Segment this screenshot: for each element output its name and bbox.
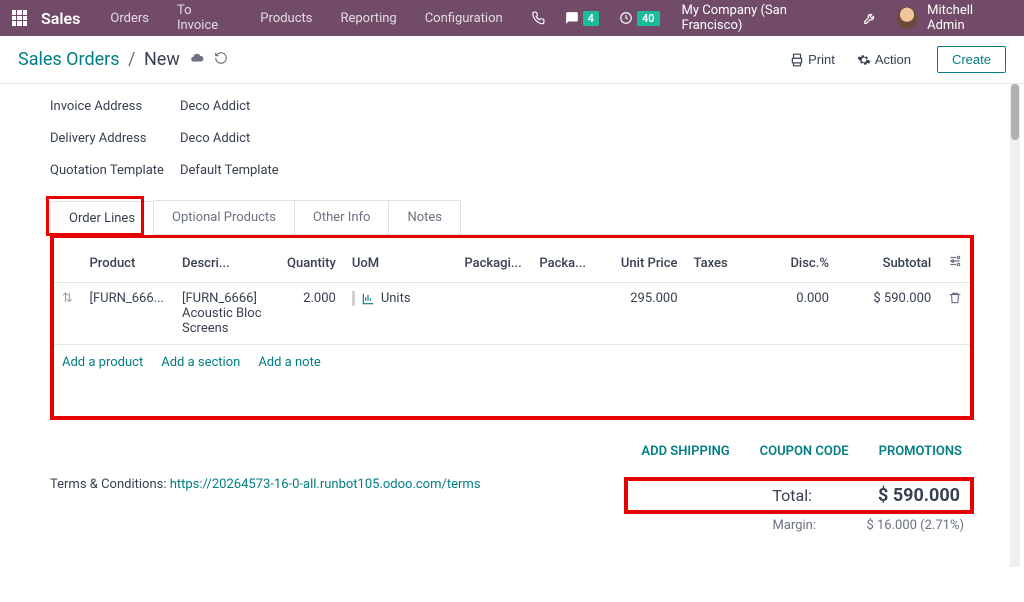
- forecast-icon[interactable]: [361, 292, 375, 306]
- cell-disc[interactable]: 0.000: [755, 283, 837, 345]
- top-nav: Sales Orders To Invoice Products Reporti…: [0, 0, 1024, 36]
- add-note-link[interactable]: Add a note: [258, 355, 320, 370]
- messages-icon[interactable]: 4: [557, 11, 607, 26]
- col-disc[interactable]: Disc.%: [755, 244, 837, 283]
- col-description[interactable]: Descri...: [174, 244, 272, 283]
- delivery-address-value[interactable]: Deco Addict: [180, 131, 250, 146]
- total-row-margin: Margin: $ 16.000 (2.71%): [624, 514, 974, 537]
- quotation-template-label: Quotation Template: [50, 163, 180, 178]
- cell-quantity[interactable]: 2.000: [272, 283, 344, 345]
- columns-settings-icon[interactable]: [948, 254, 962, 268]
- total-value: $ 590.000: [840, 485, 960, 506]
- cell-uom[interactable]: Units: [381, 291, 411, 306]
- footer-links: ADD SHIPPING COUPON CODE PROMOTIONS: [50, 444, 974, 459]
- create-button[interactable]: Create: [937, 46, 1006, 73]
- voip-icon[interactable]: [523, 11, 553, 25]
- action-label: Action: [875, 52, 911, 67]
- add-row: Add a product Add a section Add a note: [54, 344, 970, 376]
- action-bar: Sales Orders / New Print Action Create: [0, 36, 1024, 84]
- cloud-save-icon[interactable]: [190, 51, 204, 69]
- tab-other-info[interactable]: Other Info: [294, 200, 390, 234]
- nav-products[interactable]: Products: [248, 11, 324, 26]
- cell-unit-price[interactable]: 295.000: [595, 283, 685, 345]
- nav-reporting[interactable]: Reporting: [328, 11, 408, 26]
- breadcrumb-current: New: [144, 49, 180, 70]
- app-brand[interactable]: Sales: [41, 9, 80, 28]
- terms: Terms & Conditions: https://20264573-16-…: [50, 477, 624, 492]
- activities-badge: 40: [637, 11, 660, 26]
- col-packa[interactable]: Packa...: [531, 244, 595, 283]
- totals: Total: $ 590.000 Margin: $ 16.000 (2.71%…: [624, 477, 974, 537]
- apps-icon[interactable]: [12, 10, 27, 26]
- company-selector[interactable]: My Company (San Francisco): [672, 3, 851, 33]
- table-row[interactable]: ⇅ [FURN_666... [FURN_6666] Acoustic Bloc…: [54, 283, 970, 345]
- tab-notes[interactable]: Notes: [388, 200, 461, 234]
- terms-link[interactable]: https://20264573-16-0-all.runbot105.odoo…: [170, 477, 481, 492]
- discard-icon[interactable]: [214, 51, 228, 69]
- delivery-address-label: Delivery Address: [50, 131, 180, 146]
- action-button[interactable]: Action: [851, 48, 917, 71]
- drag-handle-icon[interactable]: ⇅: [62, 291, 73, 306]
- col-packaging[interactable]: Packagi...: [456, 244, 531, 283]
- cell-product[interactable]: [FURN_666...: [82, 283, 175, 345]
- add-product-link[interactable]: Add a product: [62, 355, 143, 370]
- col-product[interactable]: Product: [82, 244, 175, 283]
- nav-orders[interactable]: Orders: [98, 11, 161, 26]
- tools-icon[interactable]: [855, 11, 885, 25]
- order-lines-table: Product Descri... Quantity UoM Packagi..…: [54, 244, 970, 344]
- lower-section: Terms & Conditions: https://20264573-16-…: [50, 477, 974, 537]
- cell-subtotal: $ 590.000: [837, 283, 939, 345]
- cell-packa[interactable]: [531, 283, 595, 345]
- col-quantity[interactable]: Quantity: [272, 244, 344, 283]
- cell-description[interactable]: [FURN_6666] Acoustic Bloc Screens: [174, 283, 272, 345]
- nav-configuration[interactable]: Configuration: [413, 11, 515, 26]
- activities-icon[interactable]: 40: [611, 11, 668, 26]
- user-name: Mitchell Admin: [927, 3, 1008, 33]
- tab-optional-products[interactable]: Optional Products: [153, 200, 295, 234]
- print-button[interactable]: Print: [784, 48, 841, 71]
- user-menu[interactable]: Mitchell Admin: [889, 3, 1016, 33]
- promotions-link[interactable]: PROMOTIONS: [879, 444, 962, 459]
- tabs: Order Lines Optional Products Other Info…: [50, 200, 974, 235]
- order-lines-box: Product Descri... Quantity UoM Packagi..…: [50, 234, 974, 420]
- user-avatar: [897, 7, 918, 29]
- coupon-code-link[interactable]: COUPON CODE: [760, 444, 849, 459]
- cell-taxes[interactable]: [686, 283, 756, 345]
- quotation-template-value[interactable]: Default Template: [180, 163, 279, 178]
- margin-value: $ 16.000 (2.71%): [844, 518, 964, 533]
- col-unit-price[interactable]: Unit Price: [595, 244, 685, 283]
- print-label: Print: [808, 52, 835, 67]
- tab-order-lines[interactable]: Order Lines: [50, 201, 154, 235]
- terms-prefix: Terms & Conditions:: [50, 477, 170, 492]
- field-invoice-address: Invoice Address Deco Addict: [50, 90, 974, 122]
- form-sheet: Invoice Address Deco Addict Delivery Add…: [24, 84, 1000, 567]
- col-subtotal[interactable]: Subtotal: [837, 244, 939, 283]
- col-uom[interactable]: UoM: [344, 244, 457, 283]
- page-body: Invoice Address Deco Addict Delivery Add…: [0, 84, 1024, 567]
- scrollbar[interactable]: [1010, 84, 1020, 567]
- field-delivery-address: Delivery Address Deco Addict: [50, 122, 974, 154]
- add-section-link[interactable]: Add a section: [161, 355, 240, 370]
- field-quotation-template: Quotation Template Default Template: [50, 154, 974, 186]
- total-row-grand: Total: $ 590.000: [624, 477, 974, 514]
- breadcrumb-separator: /: [128, 49, 135, 70]
- margin-label: Margin:: [773, 518, 817, 533]
- delete-line-icon[interactable]: [948, 291, 962, 305]
- messages-badge: 4: [583, 11, 599, 26]
- nav-to-invoice[interactable]: To Invoice: [165, 3, 244, 33]
- add-shipping-link[interactable]: ADD SHIPPING: [641, 444, 729, 459]
- invoice-address-label: Invoice Address: [50, 99, 180, 114]
- cell-packaging[interactable]: [456, 283, 531, 345]
- total-label: Total:: [772, 486, 812, 505]
- invoice-address-value[interactable]: Deco Addict: [180, 99, 250, 114]
- breadcrumb-root[interactable]: Sales Orders: [18, 49, 120, 70]
- col-taxes[interactable]: Taxes: [686, 244, 756, 283]
- breadcrumb: Sales Orders / New: [18, 49, 180, 70]
